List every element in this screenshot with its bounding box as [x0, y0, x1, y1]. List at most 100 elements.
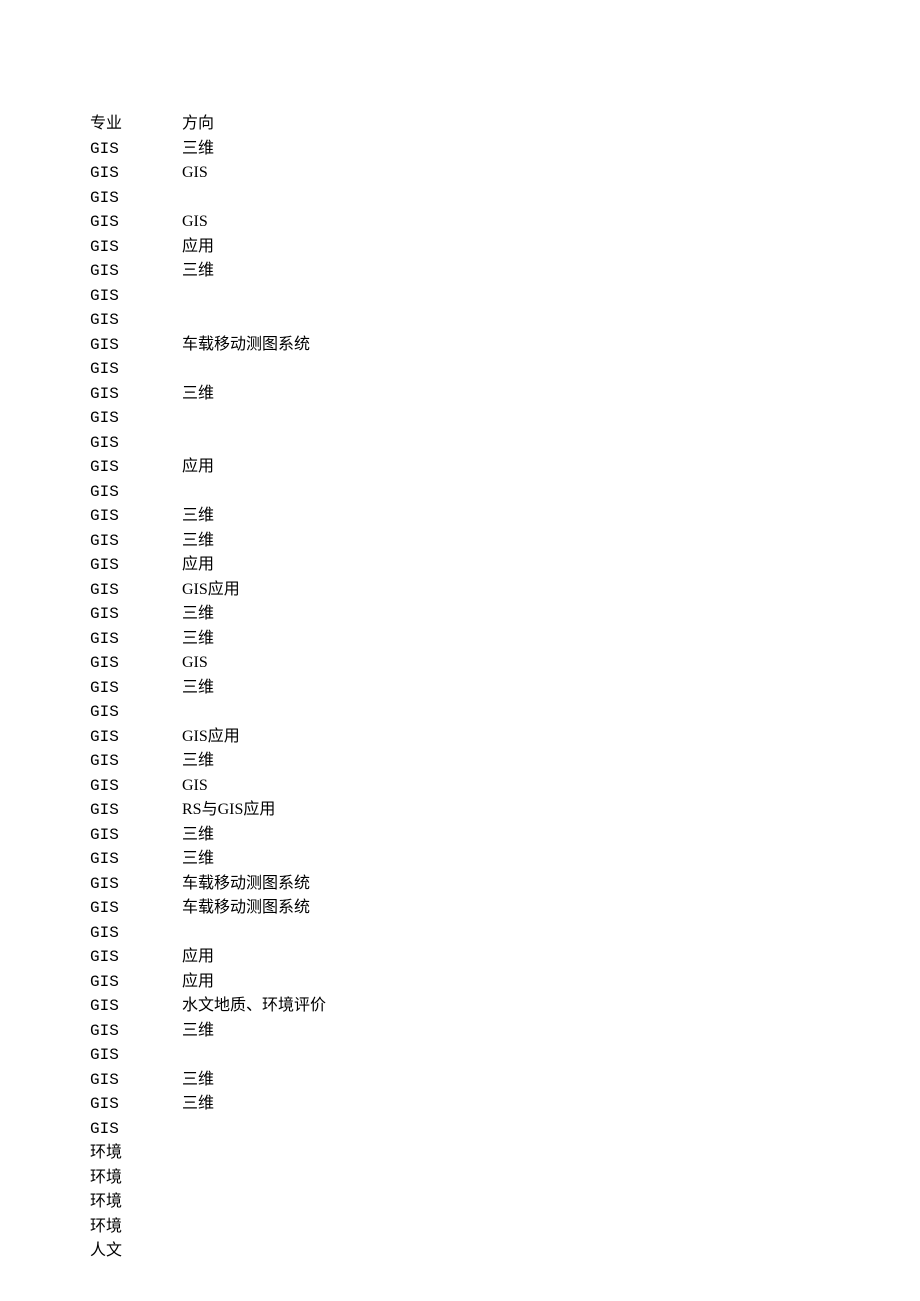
table-row: GIS三维 [90, 382, 326, 407]
table-row: GIS [90, 480, 326, 505]
cell-major: GIS [90, 333, 182, 358]
cell-major: GIS [90, 945, 182, 970]
table-row: 环境 [90, 1166, 326, 1191]
table-row: GIS三维 [90, 676, 326, 701]
cell-major: 环境 [90, 1215, 182, 1240]
cell-major: GIS [90, 921, 182, 946]
table-row: 人文 [90, 1239, 326, 1264]
cell-major: GIS [90, 137, 182, 162]
cell-major: GIS [90, 553, 182, 578]
cell-major: GIS [90, 725, 182, 750]
cell-direction [182, 1117, 326, 1142]
cell-direction: 三维 [182, 1092, 326, 1117]
cell-direction: 应用 [182, 970, 326, 995]
table-row: GIS [90, 186, 326, 211]
cell-major: GIS [90, 455, 182, 480]
cell-major: 环境 [90, 1166, 182, 1191]
cell-direction [182, 1215, 326, 1240]
cell-direction: 车载移动测图系统 [182, 896, 326, 921]
cell-major: GIS [90, 823, 182, 848]
table-row: GIS三维 [90, 137, 326, 162]
table-row: GIS三维 [90, 529, 326, 554]
cell-major: GIS [90, 847, 182, 872]
cell-major: GIS [90, 382, 182, 407]
cell-direction [182, 700, 326, 725]
cell-direction: 三维 [182, 1068, 326, 1093]
table-row: GIS [90, 921, 326, 946]
table-row: GIS水文地质、环境评价 [90, 994, 326, 1019]
cell-direction: 三维 [182, 749, 326, 774]
cell-direction [182, 480, 326, 505]
cell-major: GIS [90, 994, 182, 1019]
cell-direction: GIS [182, 774, 326, 799]
cell-major: GIS [90, 970, 182, 995]
table-row: GISRS与GIS应用 [90, 798, 326, 823]
cell-direction [182, 1043, 326, 1068]
cell-direction: 三维 [182, 382, 326, 407]
cell-direction [182, 431, 326, 456]
cell-direction [182, 186, 326, 211]
cell-major: GIS [90, 357, 182, 382]
cell-direction: 应用 [182, 235, 326, 260]
table-row: 环境 [90, 1141, 326, 1166]
table-row: GIS车载移动测图系统 [90, 872, 326, 897]
table-row: GIS [90, 406, 326, 431]
cell-major: GIS [90, 284, 182, 309]
cell-direction [182, 284, 326, 309]
cell-major: GIS [90, 1117, 182, 1142]
table-row: GIS车载移动测图系统 [90, 896, 326, 921]
cell-direction: 三维 [182, 627, 326, 652]
table-row: GIS三维 [90, 1092, 326, 1117]
cell-direction: 应用 [182, 553, 326, 578]
cell-direction: 三维 [182, 504, 326, 529]
cell-major: GIS [90, 872, 182, 897]
cell-major: GIS [90, 700, 182, 725]
table-row: 环境 [90, 1215, 326, 1240]
table-row: GIS三维 [90, 504, 326, 529]
cell-major: GIS [90, 529, 182, 554]
cell-direction [182, 357, 326, 382]
cell-major: GIS [90, 308, 182, 333]
cell-major: 环境 [90, 1141, 182, 1166]
table-row: GIS三维 [90, 602, 326, 627]
table-row: GIS应用 [90, 455, 326, 480]
cell-major: GIS [90, 1068, 182, 1093]
cell-direction: 应用 [182, 945, 326, 970]
cell-direction: GIS应用 [182, 725, 326, 750]
cell-direction: 应用 [182, 455, 326, 480]
cell-direction: 三维 [182, 259, 326, 284]
cell-major: GIS [90, 602, 182, 627]
cell-direction: GIS [182, 161, 326, 186]
table-row: GIS [90, 700, 326, 725]
cell-direction [182, 1141, 326, 1166]
table-row: GIS三维 [90, 1068, 326, 1093]
table-row: GIS三维 [90, 847, 326, 872]
cell-direction: 车载移动测图系统 [182, 872, 326, 897]
table-row: GISGIS应用 [90, 578, 326, 603]
cell-major: GIS [90, 431, 182, 456]
table-row: GIS三维 [90, 259, 326, 284]
table-row: GIS应用 [90, 553, 326, 578]
cell-major: GIS [90, 480, 182, 505]
cell-major: GIS [90, 1019, 182, 1044]
table-row: GISGIS [90, 774, 326, 799]
cell-direction: GIS应用 [182, 578, 326, 603]
cell-major: GIS [90, 749, 182, 774]
table-row: GISGIS [90, 161, 326, 186]
table-row: GIS应用 [90, 945, 326, 970]
table-row: GIS [90, 284, 326, 309]
cell-direction: 三维 [182, 529, 326, 554]
cell-direction: 三维 [182, 1019, 326, 1044]
table-row: GIS三维 [90, 627, 326, 652]
table-row: GIS车载移动测图系统 [90, 333, 326, 358]
cell-major: 人文 [90, 1239, 182, 1264]
table-row: GISGIS应用 [90, 725, 326, 750]
cell-major: GIS [90, 627, 182, 652]
cell-direction: GIS [182, 210, 326, 235]
cell-major: GIS [90, 504, 182, 529]
cell-major: GIS [90, 161, 182, 186]
cell-major: GIS [90, 676, 182, 701]
cell-major: GIS [90, 578, 182, 603]
table-row: GISGIS [90, 210, 326, 235]
cell-major: GIS [90, 406, 182, 431]
